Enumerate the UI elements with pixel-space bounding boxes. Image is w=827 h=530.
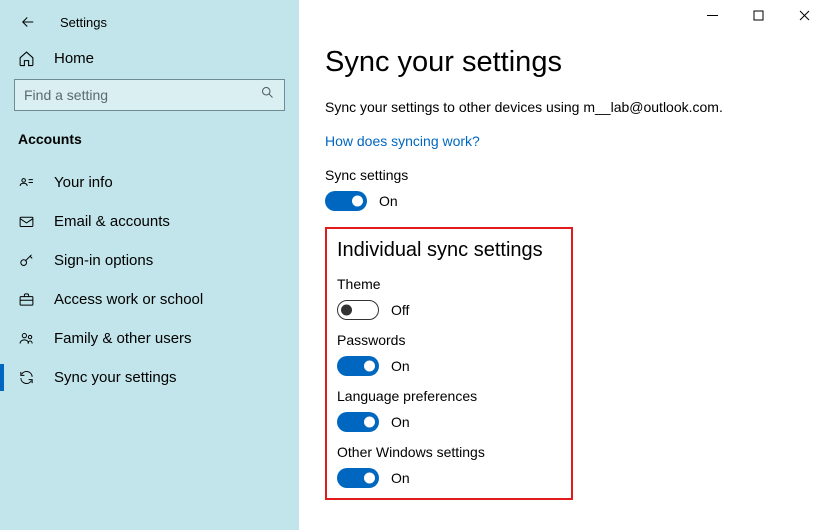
minimize-icon: [707, 10, 718, 21]
sidebar-item-label: Email & accounts: [54, 213, 170, 230]
close-icon: [799, 10, 810, 21]
sidebar-item-label: Sync your settings: [54, 369, 177, 386]
main: Sync your settings Sync your settings to…: [299, 0, 827, 530]
sidebar: Settings Home Accounts Your info Email &…: [0, 0, 299, 530]
language-label: Language preferences: [337, 388, 565, 404]
sidebar-item-family-other-users[interactable]: Family & other users: [0, 319, 299, 358]
other-windows-state: On: [391, 470, 410, 486]
page-description: Sync your settings to other devices usin…: [325, 99, 801, 115]
app-title: Settings: [60, 15, 107, 30]
page-title: Sync your settings: [325, 46, 801, 79]
individual-sync-heading: Individual sync settings: [337, 239, 565, 262]
how-syncing-works-link[interactable]: How does syncing work?: [325, 133, 480, 149]
individual-sync-highlight: Individual sync settings Theme Off Passw…: [325, 227, 573, 500]
maximize-button[interactable]: [735, 0, 781, 30]
search-icon: [260, 85, 275, 105]
back-button[interactable]: [18, 12, 38, 32]
home-label: Home: [54, 50, 94, 67]
home-icon: [18, 50, 36, 67]
person-card-icon: [18, 174, 36, 191]
other-windows-label: Other Windows settings: [337, 444, 565, 460]
titlebar: [299, 0, 827, 32]
sidebar-item-label: Family & other users: [54, 330, 192, 347]
minimize-button[interactable]: [689, 0, 735, 30]
search-input[interactable]: [15, 80, 284, 110]
sidebar-top: Settings: [0, 0, 299, 42]
section-label: Accounts: [0, 125, 299, 163]
close-button[interactable]: [781, 0, 827, 30]
sidebar-item-email-accounts[interactable]: Email & accounts: [0, 202, 299, 241]
sync-settings-label: Sync settings: [325, 167, 801, 183]
passwords-toggle[interactable]: [337, 356, 379, 376]
sidebar-item-access-work-school[interactable]: Access work or school: [0, 280, 299, 319]
search-box[interactable]: [14, 79, 285, 111]
language-group: Language preferences On: [337, 388, 565, 432]
sidebar-item-label: Your info: [54, 174, 113, 191]
back-arrow-icon: [19, 13, 37, 31]
passwords-label: Passwords: [337, 332, 565, 348]
theme-toggle[interactable]: [337, 300, 379, 320]
language-toggle[interactable]: [337, 412, 379, 432]
passwords-group: Passwords On: [337, 332, 565, 376]
content: Sync your settings Sync your settings to…: [299, 32, 827, 500]
sync-settings-group: Sync settings On: [325, 167, 801, 211]
home-button[interactable]: Home: [0, 42, 299, 79]
people-icon: [18, 330, 36, 347]
maximize-icon: [753, 10, 764, 21]
key-icon: [18, 252, 36, 269]
sync-settings-toggle[interactable]: [325, 191, 367, 211]
sidebar-item-sync-settings[interactable]: Sync your settings: [0, 358, 299, 397]
theme-group: Theme Off: [337, 276, 565, 320]
other-windows-toggle[interactable]: [337, 468, 379, 488]
sidebar-item-label: Sign-in options: [54, 252, 153, 269]
theme-state: Off: [391, 302, 409, 318]
sidebar-item-label: Access work or school: [54, 291, 203, 308]
nav: Your info Email & accounts Sign-in optio…: [0, 163, 299, 530]
briefcase-icon: [18, 291, 36, 308]
sidebar-item-signin-options[interactable]: Sign-in options: [0, 241, 299, 280]
theme-label: Theme: [337, 276, 565, 292]
search-wrap: [0, 79, 299, 125]
email-icon: [18, 213, 36, 230]
sync-icon: [18, 369, 36, 386]
passwords-state: On: [391, 358, 410, 374]
sync-settings-state: On: [379, 193, 398, 209]
other-windows-group: Other Windows settings On: [337, 444, 565, 488]
sidebar-item-your-info[interactable]: Your info: [0, 163, 299, 202]
language-state: On: [391, 414, 410, 430]
sync-settings-toggle-row: On: [325, 191, 801, 211]
